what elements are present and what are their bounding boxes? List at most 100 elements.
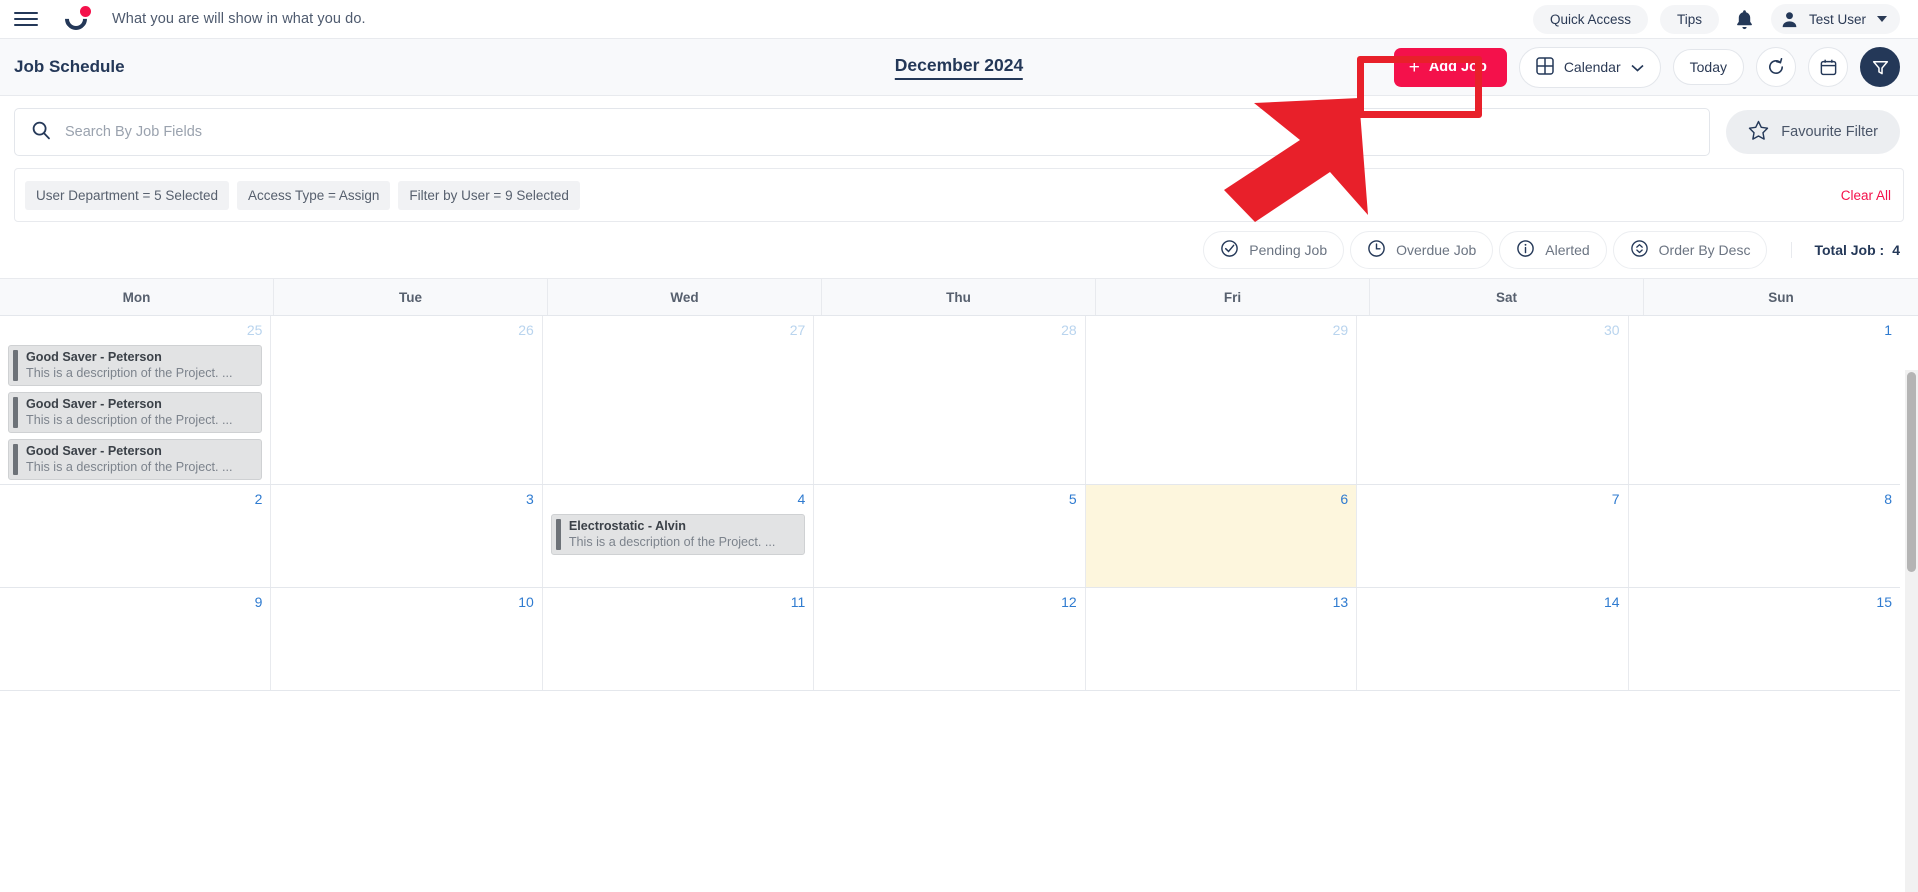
calendar-day-cell[interactable]: 14: [1357, 587, 1629, 690]
add-job-button[interactable]: + Add Job: [1393, 47, 1507, 87]
calendar-day-cell[interactable]: 3: [271, 484, 543, 587]
day-number: 7: [1611, 490, 1620, 507]
day-number: 12: [1061, 593, 1077, 610]
calendar-container: Mon Tue Wed Thu Fri Sat Sun 25 Good Saver…: [0, 278, 1918, 794]
search-icon: [31, 120, 51, 145]
calendar-day-cell[interactable]: 26: [271, 316, 543, 484]
favourite-filter-label: Favourite Filter: [1781, 124, 1878, 140]
calendar-day-cell[interactable]: 27: [542, 316, 815, 484]
alerted-filter[interactable]: Alerted: [1499, 231, 1607, 269]
job-status-legend: Pending Job Overdue Job Alerted Order By…: [0, 222, 1918, 278]
clear-all-filters-button[interactable]: Clear All: [1841, 188, 1891, 203]
page-title: Job Schedule: [14, 57, 125, 76]
event-title: Good Saver - Peterson: [26, 396, 162, 411]
event-title: Good Saver - Peterson: [26, 443, 162, 458]
notification-bell-icon[interactable]: [1731, 5, 1759, 33]
event-description: This is a description of the Project. ..…: [26, 412, 233, 427]
add-job-label: Add Job: [1428, 59, 1487, 75]
day-number: 13: [1332, 593, 1349, 610]
search-box[interactable]: [14, 108, 1711, 156]
today-label: Today: [1689, 59, 1727, 75]
calendar-icon[interactable]: [1808, 47, 1848, 87]
calendar-day-cell[interactable]: 9: [0, 587, 272, 690]
calendar-day-cell[interactable]: 29: [1085, 316, 1358, 484]
chevron-down-icon: [1631, 59, 1644, 75]
current-month-label[interactable]: December 2024: [894, 55, 1024, 80]
day-number: 6: [1340, 490, 1349, 507]
info-circle-icon: [1516, 239, 1535, 261]
day-number: 3: [526, 490, 534, 507]
day-number: 14: [1603, 593, 1620, 610]
event-body: Good Saver - Peterson This is a descripti…: [18, 346, 239, 385]
today-button[interactable]: Today: [1672, 49, 1744, 85]
calendar-day-cell[interactable]: 5: [814, 484, 1086, 587]
clock-icon: [1367, 239, 1386, 261]
day-number: 5: [1068, 490, 1077, 507]
calendar-day-cell[interactable]: 15: [1628, 587, 1900, 690]
calendar-day-cell[interactable]: 6: [1085, 484, 1358, 587]
grid-view-icon: [1536, 56, 1554, 78]
calendar-day-cell[interactable]: 25 Good Saver - Peterson This is a descrip…: [0, 316, 272, 484]
filter-chip[interactable]: Access Type = Assign: [236, 180, 391, 210]
calendar-day-cell[interactable]: 12: [814, 587, 1086, 690]
calendar-event[interactable]: Good Saver - Peterson This is a descripti…: [8, 438, 263, 480]
overdue-job-filter[interactable]: Overdue Job: [1350, 231, 1494, 269]
view-mode-selector[interactable]: Calendar: [1518, 46, 1661, 88]
filter-chip[interactable]: Filter by User = 9 Selected: [398, 180, 580, 210]
tips-button[interactable]: Tips: [1659, 4, 1719, 34]
search-row: Favourite Filter: [0, 96, 1918, 168]
calendar-day-cell[interactable]: 7: [1357, 484, 1629, 587]
day-number: 9: [254, 593, 263, 610]
calendar-weekday-header: Mon Tue Wed Thu Fri Sat Sun: [0, 278, 1918, 316]
favourite-filter-button[interactable]: Favourite Filter: [1726, 110, 1900, 154]
vertical-scrollbar[interactable]: [1905, 370, 1918, 892]
order-by-label: Order By Desc: [1658, 242, 1751, 258]
calendar-day-cell[interactable]: 10: [271, 587, 543, 690]
brand-logo-icon[interactable]: [60, 3, 92, 35]
calendar-day-cell[interactable]: 13: [1085, 587, 1358, 690]
header-actions: + Add Job Calendar Today: [1393, 46, 1900, 88]
weekday-thu: Thu: [822, 279, 1096, 315]
calendar-day-cell[interactable]: 11: [542, 587, 815, 690]
calendar-event[interactable]: Good Saver - Peterson This is a descripti…: [8, 344, 263, 386]
calendar-event[interactable]: Good Saver - Peterson This is a descripti…: [8, 391, 263, 433]
day-number: 2: [254, 490, 263, 507]
event-description: This is a description of the Project. ..…: [26, 365, 233, 380]
star-icon: [1748, 120, 1769, 145]
sort-updown-icon: [1630, 239, 1649, 261]
calendar-event[interactable]: Electrostatic - Alvin This is a descripti…: [550, 513, 806, 555]
filter-chip[interactable]: User Department = 5 Selected: [25, 180, 229, 210]
calendar-day-cell[interactable]: 30: [1357, 316, 1629, 484]
day-events-list: Electrostatic - Alvin This is a descripti…: [550, 513, 806, 555]
top-navigation-bar: What you are will show in what you do. Q…: [0, 0, 1918, 38]
hamburger-menu-icon[interactable]: [14, 9, 40, 29]
page-header: Job Schedule December 2024 + Add Job Cal…: [0, 38, 1918, 96]
calendar-week-row: 2 3 4 Electrostatic - Alvin This is a descri…: [0, 484, 1900, 588]
calendar-day-cell[interactable]: 8: [1628, 484, 1900, 587]
event-description: This is a description of the Project. ..…: [568, 534, 776, 549]
search-input[interactable]: [65, 124, 1694, 140]
scrollbar-thumb[interactable]: [1907, 372, 1916, 572]
weekday-fri: Fri: [1096, 279, 1370, 315]
avatar-icon: [1780, 9, 1800, 29]
total-job-value: 4: [1892, 242, 1900, 258]
chevron-down-icon: [1877, 16, 1887, 22]
weekday-sun: Sun: [1768, 289, 1794, 305]
pending-job-label: Pending Job: [1249, 242, 1328, 258]
order-by-button[interactable]: Order By Desc: [1612, 231, 1768, 269]
calendar-day-cell[interactable]: 2: [0, 484, 272, 587]
calendar-day-cell[interactable]: 4 Electrostatic - Alvin This is a descript…: [542, 484, 815, 587]
user-name-label: Test User: [1808, 11, 1866, 27]
weekday-mon: Mon: [0, 279, 274, 315]
calendar-day-cell[interactable]: 1: [1628, 316, 1900, 484]
user-menu[interactable]: Test User: [1770, 4, 1900, 34]
quick-access-button[interactable]: Quick Access: [1532, 4, 1648, 34]
event-body: Good Saver - Peterson This is a descripti…: [18, 393, 239, 432]
pending-job-filter[interactable]: Pending Job: [1203, 231, 1345, 269]
calendar-day-cell[interactable]: 28: [814, 316, 1086, 484]
filter-funnel-icon[interactable]: [1860, 47, 1900, 87]
day-number: 1: [1884, 322, 1892, 338]
total-job-label: Total Job :: [1814, 242, 1885, 258]
refresh-icon[interactable]: [1756, 47, 1796, 87]
tagline-text: What you are will show in what you do.: [112, 11, 366, 27]
